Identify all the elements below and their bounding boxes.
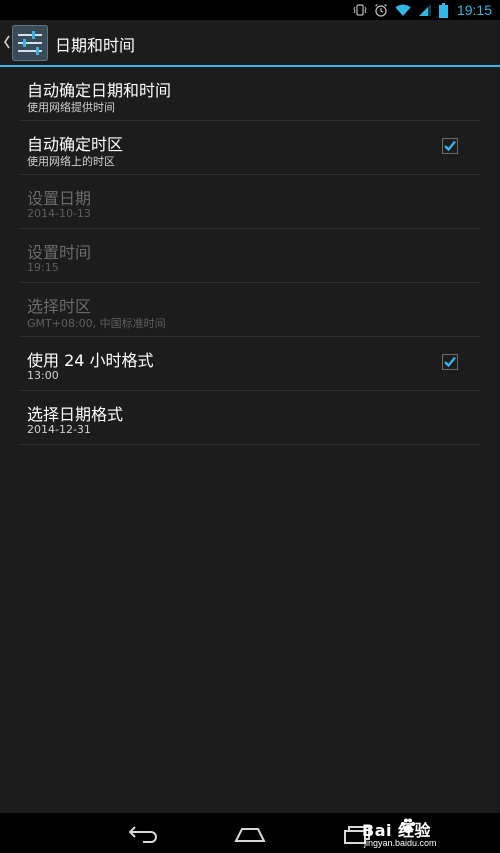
setting-summary: 2014-12-31 — [27, 423, 91, 436]
settings-sliders-icon[interactable] — [12, 25, 48, 61]
status-bar: 19:15 — [0, 0, 500, 20]
setting-title: 选择日期格式 — [27, 405, 124, 424]
battery-icon — [438, 2, 448, 18]
baidu-paw-icon — [401, 818, 415, 833]
setting-title: 设置时间 — [27, 243, 92, 262]
setting-24-hour-format[interactable]: 使用 24 小时格式 13:00 — [20, 337, 480, 391]
status-time: 19:15 — [456, 2, 492, 18]
alarm-icon — [375, 4, 387, 17]
action-bar: 日期和时间 — [0, 20, 500, 67]
wifi-icon — [395, 4, 411, 16]
up-caret-icon[interactable] — [3, 34, 11, 50]
setting-auto-timezone[interactable]: 自动确定时区 使用网络上的时区 — [20, 121, 480, 175]
setting-title: 自动确定时区 — [27, 135, 124, 154]
vibrate-icon — [353, 4, 367, 16]
setting-title: 自动确定日期和时间 — [27, 81, 172, 100]
settings-list: 自动确定日期和时间 使用网络提供时间 自动确定时区 使用网络上的时区 设置日期 … — [20, 67, 480, 445]
setting-summary: GMT+08:00, 中国标准时间 — [27, 317, 166, 330]
24-hour-checkbox[interactable] — [442, 354, 458, 370]
navigation-bar: Bai 经验 jingyan.baidu.com — [0, 813, 500, 853]
setting-summary: 使用网络上的时区 — [27, 155, 115, 168]
home-icon[interactable] — [230, 819, 270, 847]
auto-timezone-checkbox[interactable] — [442, 138, 458, 154]
baidu-jingyan-watermark: Bai 经验 jingyan.baidu.com — [362, 817, 482, 849]
setting-date-format[interactable]: 选择日期格式 2014-12-31 — [20, 391, 480, 445]
setting-auto-date-time[interactable]: 自动确定日期和时间 使用网络提供时间 — [20, 67, 480, 121]
setting-summary: 使用网络提供时间 — [27, 101, 115, 114]
setting-title: 选择时区 — [27, 297, 92, 316]
setting-set-date: 设置日期 2014-10-13 — [20, 175, 480, 229]
setting-summary: 13:00 — [27, 369, 59, 382]
setting-select-timezone: 选择时区 GMT+08:00, 中国标准时间 — [20, 283, 480, 337]
setting-set-time: 设置时间 19:15 — [20, 229, 480, 283]
watermark-url: jingyan.baidu.com — [364, 838, 437, 848]
setting-title: 设置日期 — [27, 189, 92, 208]
setting-summary: 19:15 — [27, 261, 59, 274]
back-icon[interactable] — [123, 819, 163, 847]
setting-summary: 2014-10-13 — [27, 207, 91, 220]
page-title: 日期和时间 — [55, 36, 136, 55]
cell-signal-icon — [418, 4, 431, 16]
setting-title: 使用 24 小时格式 — [27, 351, 154, 370]
